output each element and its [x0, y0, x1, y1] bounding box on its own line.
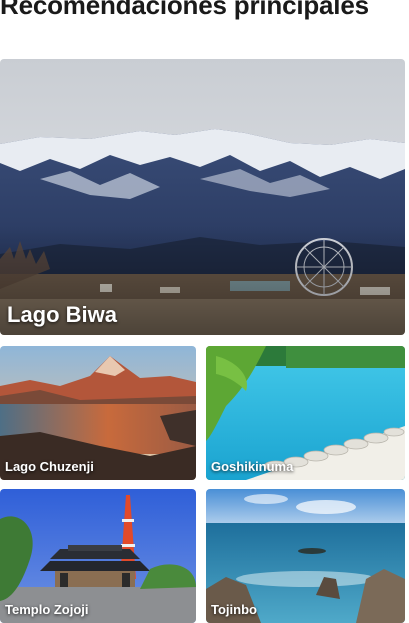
card-label: Templo Zojoji [5, 602, 89, 617]
card-label: Goshikinuma [211, 459, 294, 474]
recommendation-card-templo-zojoji[interactable]: Templo Zojoji [0, 489, 196, 623]
card-label: Lago Chuzenji [5, 459, 94, 474]
card-label: Lago Biwa [7, 302, 118, 327]
recommendation-card-lago-chuzenji[interactable]: Lago Chuzenji [0, 346, 196, 480]
recommendation-card-goshikinuma[interactable]: Goshikinuma [206, 346, 405, 480]
recommendation-card-lago-biwa[interactable]: Lago Biwa [0, 59, 405, 335]
card-label: Tojinbo [211, 602, 257, 617]
section-title: Recomendaciones principales [0, 0, 369, 20]
recommendation-card-tojinbo[interactable]: Tojinbo [206, 489, 405, 623]
